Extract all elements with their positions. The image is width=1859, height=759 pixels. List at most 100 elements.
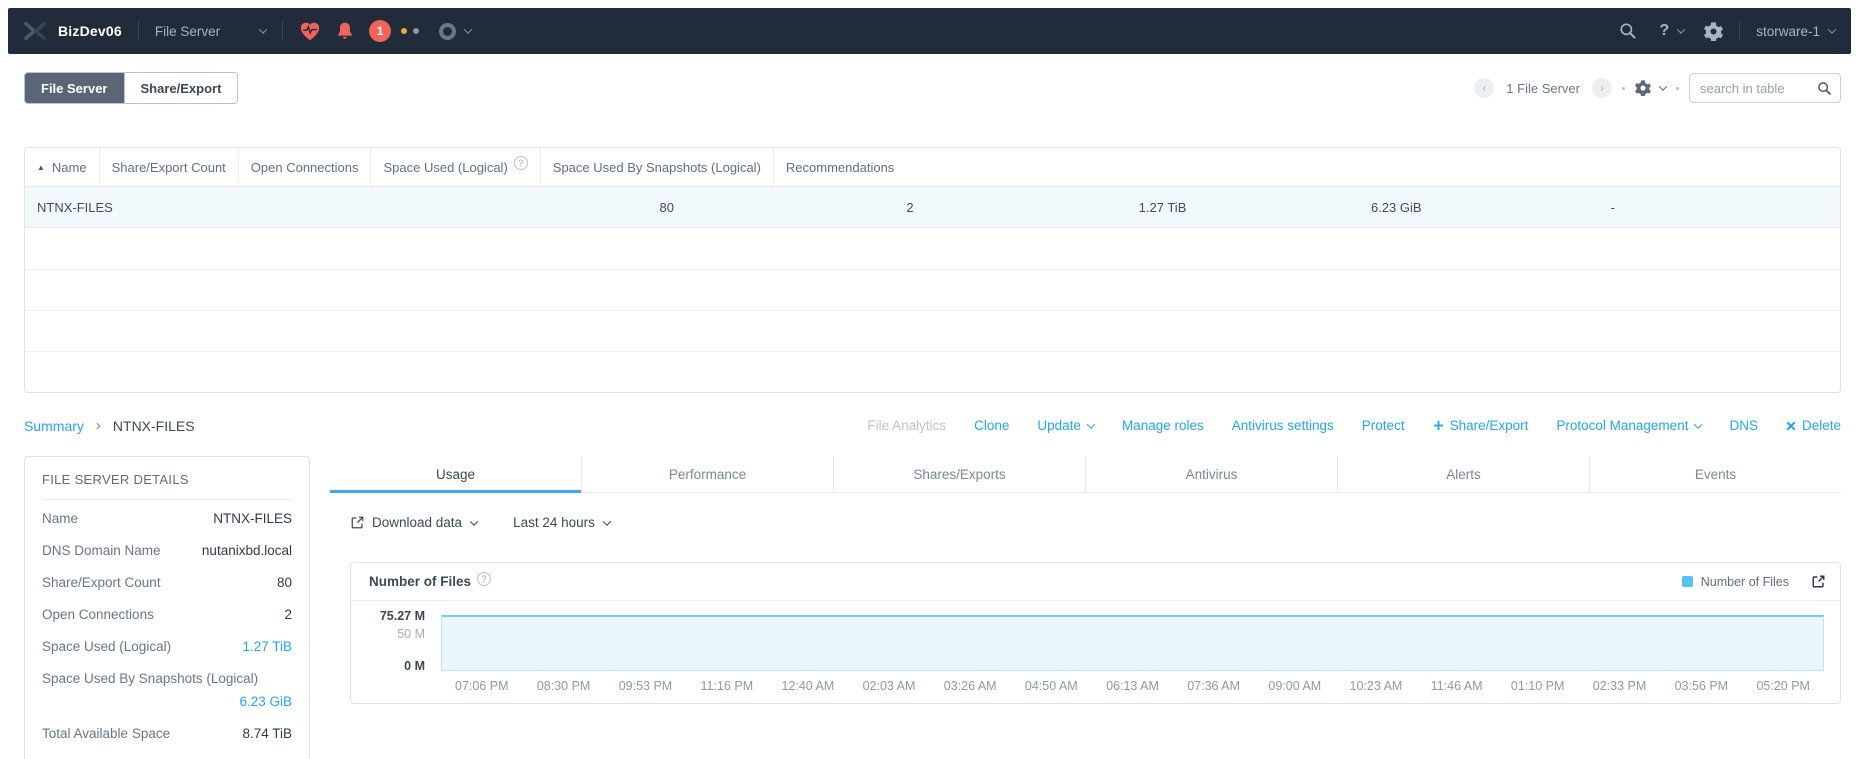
chevron-down-icon xyxy=(1676,25,1686,34)
detail-value: 8.74 TiB xyxy=(242,726,292,741)
legend-label: Number of Files xyxy=(1700,574,1789,589)
chart-legend: Number of Files xyxy=(1681,574,1789,589)
action-link[interactable]: Delete xyxy=(1786,418,1841,433)
chart-plot-area[interactable] xyxy=(441,615,1824,671)
cluster-name: BizDev06 xyxy=(58,23,122,39)
table-settings-gear-icon[interactable] xyxy=(1635,80,1668,96)
detail-tab-label: Antivirus xyxy=(1185,466,1238,482)
column-label: Space Used By Snapshots (Logical) xyxy=(552,159,761,175)
cell-open-connections: 2 xyxy=(906,199,914,215)
detail-label: Space Used By Snapshots (Logical) xyxy=(42,671,259,686)
table-column-header[interactable]: ▲ Recommendations ? xyxy=(772,148,906,186)
x-tick-label: 07:36 AM xyxy=(1187,679,1241,693)
detail-tab[interactable]: Alerts xyxy=(1337,456,1589,492)
table-column-header[interactable]: ▲ Space Used By Snapshots (Logical) ? xyxy=(539,148,773,186)
detail-label: Open Connections xyxy=(42,607,154,622)
entity-view-tabs: File Server Share/Export xyxy=(24,72,239,104)
action-link[interactable]: Manage roles xyxy=(1122,418,1204,433)
view-tab[interactable]: File Server xyxy=(25,73,124,103)
view-tab[interactable]: Share/Export xyxy=(123,73,238,103)
detail-label: DNS Domain Name xyxy=(42,543,161,558)
chart-title: Number of Files xyxy=(369,574,472,589)
export-icon xyxy=(351,516,364,529)
empty-row xyxy=(25,228,1840,269)
column-label: Open Connections xyxy=(250,159,359,175)
detail-tab-label: Events xyxy=(1694,466,1737,482)
sort-asc-icon: ▲ xyxy=(37,162,45,172)
chart-expand-icon[interactable] xyxy=(1811,574,1826,589)
context-menu-dropdown[interactable]: File Server xyxy=(155,24,268,39)
action-label: DNS xyxy=(1729,418,1758,433)
health-heart-icon[interactable] xyxy=(299,21,321,41)
view-tab-label: Share/Export xyxy=(140,80,222,96)
pager-next-button[interactable]: › xyxy=(1592,78,1612,98)
chart-title-group: Number of Files ? xyxy=(369,571,492,589)
top-nav-bar: BizDev06 File Server 1 ? storware-1 xyxy=(8,8,1851,54)
table-row[interactable]: NTNX-FILES 80 2 1.27 TiB 6.23 GiB - xyxy=(25,186,1840,228)
download-data-dropdown[interactable]: Download data xyxy=(350,515,479,530)
alert-count-badge[interactable]: 1 xyxy=(369,20,392,42)
detail-tab[interactable]: Performance xyxy=(581,456,833,492)
detail-tabs: Usage Performance Shares/Exports Antivir… xyxy=(330,456,1841,493)
alerts-bell-icon[interactable] xyxy=(335,21,355,41)
detail-tab[interactable]: Antivirus xyxy=(1085,456,1337,492)
action-link[interactable]: Share/Export xyxy=(1433,418,1528,433)
x-tick-label: 08:30 PM xyxy=(536,679,591,693)
global-search-icon[interactable] xyxy=(1619,22,1637,40)
cell-recommendations: - xyxy=(1610,199,1615,215)
help-dropdown[interactable]: ? xyxy=(1659,22,1686,40)
detail-tab[interactable]: Events xyxy=(1589,456,1841,492)
action-link[interactable]: Protect xyxy=(1362,418,1405,433)
chevron-down-icon xyxy=(1086,419,1096,429)
x-tick-label: 01:10 PM xyxy=(1510,679,1565,693)
settings-gear-icon[interactable] xyxy=(1704,21,1724,41)
detail-row: Space Used (Logical) 1.27 TiB xyxy=(42,630,292,662)
details-panel-title: FILE SERVER DETAILS xyxy=(42,472,189,487)
table-column-header[interactable]: ▲ Open Connections ? xyxy=(237,148,371,186)
divider xyxy=(42,499,292,500)
x-tick-label: 11:46 AM xyxy=(1430,679,1483,693)
legend-swatch xyxy=(1681,576,1693,587)
table-column-header[interactable]: ▲ Share/Export Count ? xyxy=(98,148,238,186)
detail-label: Share/Export Count xyxy=(42,575,161,590)
info-icon[interactable]: ? xyxy=(513,156,528,170)
cell-name[interactable]: NTNX-FILES xyxy=(25,187,648,227)
divider xyxy=(137,21,139,41)
action-link[interactable]: Clone xyxy=(974,418,1009,433)
nutanix-logo-icon[interactable] xyxy=(24,22,46,40)
table-search-input[interactable] xyxy=(1700,80,1817,96)
action-label: Antivirus settings xyxy=(1231,418,1334,433)
user-menu-dropdown[interactable]: storware-1 xyxy=(1756,24,1837,39)
tasks-ring-dropdown[interactable] xyxy=(439,22,473,40)
table-column-header[interactable]: ▲ Space Used (Logical) ? xyxy=(370,148,539,186)
action-link[interactable]: Antivirus settings xyxy=(1232,418,1334,433)
search-icon xyxy=(1818,81,1831,95)
breadcrumb-summary-link[interactable]: Summary xyxy=(24,418,84,434)
x-tick-label: 02:33 PM xyxy=(1592,679,1647,693)
action-link[interactable]: File Analytics xyxy=(867,418,946,433)
detail-tab-label: Alerts xyxy=(1446,466,1481,482)
time-range-dropdown[interactable]: Last 24 hours xyxy=(513,515,612,530)
detail-value: 6.23 GiB xyxy=(239,694,292,709)
action-link[interactable]: DNS xyxy=(1729,418,1758,433)
table-column-header[interactable]: ▲ Name ? xyxy=(25,148,99,186)
column-label: Space Used (Logical) xyxy=(383,159,508,175)
delete-x-icon xyxy=(1786,421,1796,431)
breadcrumb: Summary › NTNX-FILES xyxy=(24,417,195,434)
file-server-table: ▲ Name ? ▲ Share/Export Count ? ▲ Open C… xyxy=(24,147,1841,393)
detail-tab[interactable]: Usage xyxy=(330,456,581,493)
tasks-ring-icon xyxy=(439,22,457,40)
detail-tab[interactable]: Shares/Exports xyxy=(833,456,1085,492)
y-tick-zero: 0 M xyxy=(404,659,425,673)
table-search xyxy=(1689,73,1841,103)
chevron-right-icon: › xyxy=(95,417,101,434)
pager-prev-button[interactable]: ‹ xyxy=(1474,78,1495,98)
info-icon[interactable]: ? xyxy=(477,571,492,586)
action-link[interactable]: Update xyxy=(1037,418,1096,433)
info-dot-icon[interactable] xyxy=(413,28,420,34)
detail-label: Name xyxy=(42,511,79,526)
action-link[interactable]: Protocol Management xyxy=(1556,418,1703,433)
warning-dot-icon[interactable] xyxy=(401,28,408,34)
x-tick-label: 02:03 AM xyxy=(862,679,916,693)
chevron-down-icon xyxy=(258,25,268,34)
